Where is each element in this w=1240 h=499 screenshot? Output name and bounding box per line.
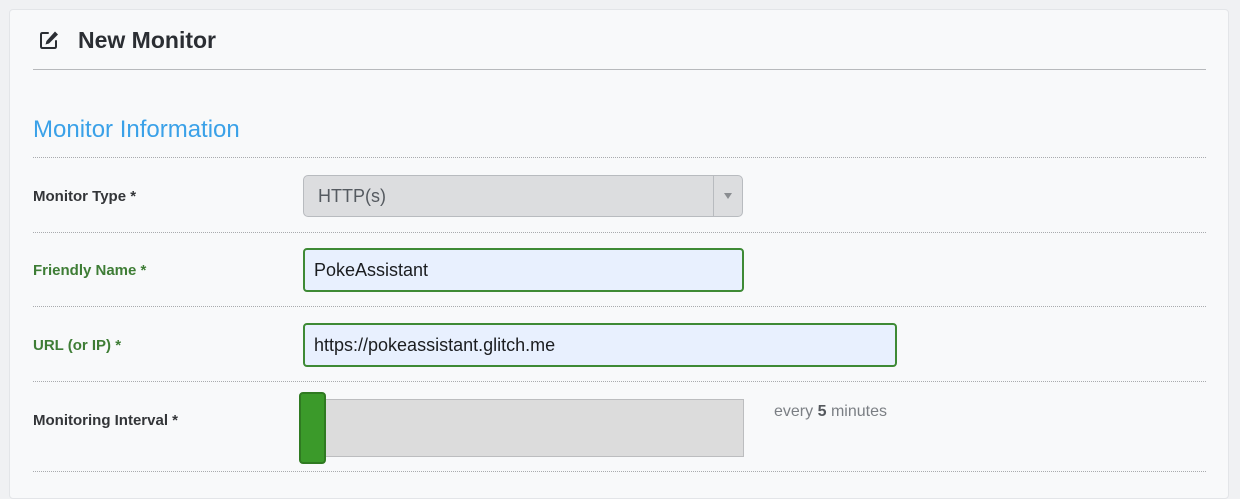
monitor-type-value: HTTP(s) [318,186,386,206]
new-monitor-panel: New Monitor Monitor Information Monitor … [9,9,1229,499]
divider [33,232,1206,233]
interval-slider-track[interactable] [303,399,744,457]
divider [33,381,1206,382]
interval-suffix: minutes [830,403,887,420]
chevron-down-icon [724,193,732,199]
url-label: URL (or IP) * [33,337,122,354]
monitoring-interval-label: Monitoring Interval * [33,412,179,429]
monitor-type-label: Monitor Type * [33,188,137,205]
interval-readout: every 5 minutes [774,403,887,421]
friendly-name-label: Friendly Name * [33,262,147,279]
page-title: New Monitor [78,27,216,53]
divider [33,471,1206,472]
divider [33,306,1206,307]
interval-prefix: every [774,403,814,420]
panel-header: New Monitor [33,10,1206,70]
monitor-type-select[interactable]: HTTP(s) [303,175,743,217]
dropdown-toggle[interactable] [713,176,742,216]
url-input[interactable] [303,323,897,367]
divider [33,157,1206,158]
friendly-name-input[interactable] [303,248,744,292]
interval-value: 5 [817,403,827,420]
interval-slider-handle[interactable] [299,392,326,464]
edit-icon [38,29,60,51]
section-title: Monitor Information [33,116,240,143]
